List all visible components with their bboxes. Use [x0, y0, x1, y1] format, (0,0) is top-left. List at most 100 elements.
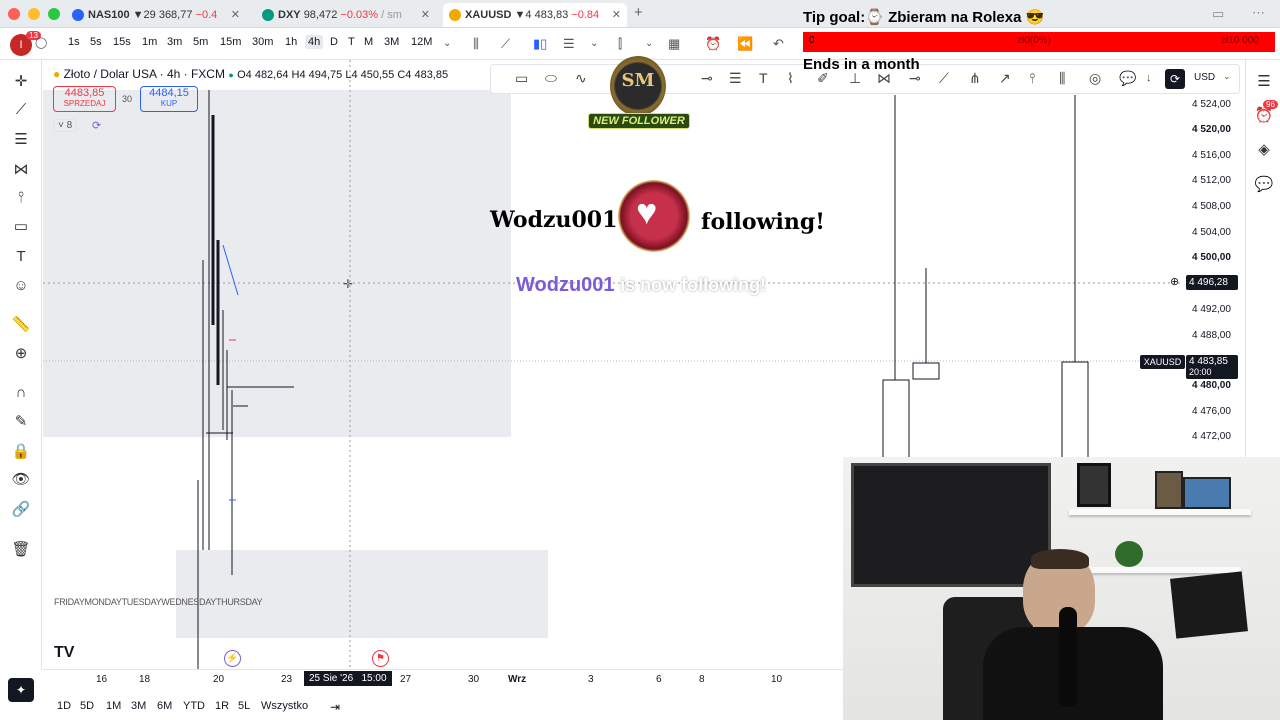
long-position-icon[interactable]: ⫯ — [1029, 70, 1035, 87]
minimize-window-button[interactable] — [28, 8, 40, 20]
download-icon[interactable]: ↓ — [1146, 72, 1152, 84]
close-tab-icon[interactable]: ✕ — [231, 3, 240, 27]
browser-tab-dxy[interactable]: DXY 98,472 −0.03% / sm ✕ — [256, 3, 436, 27]
volume-profile-icon[interactable]: ⫼ — [1059, 70, 1065, 87]
alerts-clock-icon[interactable]: ⏰ — [1254, 106, 1274, 126]
range-1r[interactable]: 1R — [215, 700, 229, 712]
chevron-down-icon[interactable]: ⌄ — [1223, 71, 1231, 82]
watchlist-icon[interactable]: ☰ — [1254, 72, 1274, 92]
fib-icon[interactable]: ☰ — [11, 130, 31, 150]
timeframe-4h[interactable]: 4h — [305, 35, 324, 49]
link-icon[interactable]: 🔗 — [11, 500, 31, 520]
range-all[interactable]: Wszystko — [261, 700, 308, 712]
browser-tab-nas100[interactable]: NAS100 ▼29 368,77 −0.4 ✕ — [66, 3, 246, 27]
range-5l[interactable]: 5L — [238, 700, 250, 712]
timeframe-15s[interactable]: 15s — [113, 36, 131, 48]
close-window-button[interactable] — [8, 8, 20, 20]
chevron-down-icon[interactable]: ⌄ — [443, 38, 451, 49]
layers-icon[interactable]: ◈ — [1254, 140, 1274, 160]
fib-retracement-icon[interactable]: ☰ — [729, 70, 742, 87]
path-icon[interactable]: ∿ — [575, 70, 587, 87]
replay-icon[interactable]: ⏪ — [737, 36, 753, 52]
new-tab-button[interactable]: + — [634, 4, 643, 21]
timeframe-t[interactable]: T — [348, 36, 355, 48]
more-icon[interactable]: ⋯ — [1252, 5, 1265, 21]
forecast-icon[interactable]: ⫯ — [11, 188, 31, 208]
symbol-title[interactable]: Złoto / Dolar USA · 4h · FXCM — [64, 67, 225, 81]
range-6m[interactable]: 6M — [157, 700, 172, 712]
timeframe-d[interactable]: D — [330, 36, 338, 48]
sidebar-icon[interactable]: ▭ — [1212, 6, 1224, 22]
chevron-down-icon[interactable]: ⌄ — [590, 38, 598, 49]
chat-icon[interactable]: 💬 — [1254, 175, 1274, 195]
indicators-icon[interactable]: ☰ — [563, 36, 575, 52]
candles-icon[interactable]: ▮▯ — [533, 36, 547, 52]
indicators-toggle[interactable]: ˅ 8 — [53, 119, 78, 132]
range-ytd[interactable]: YTD — [183, 700, 205, 712]
refresh-icon[interactable]: ⟳ — [92, 119, 101, 132]
timeframe-1m[interactable]: 1m — [142, 36, 157, 48]
us-flag-event-icon[interactable]: ⚑ — [372, 650, 389, 667]
hline-icon[interactable]: ⊸ — [701, 70, 713, 87]
timeframe-5s[interactable]: 5s — [90, 36, 102, 48]
timeframe-m[interactable]: M — [364, 36, 373, 48]
pencil-lock-icon[interactable]: ✎ — [11, 412, 31, 432]
text-tool-icon[interactable]: T — [759, 70, 768, 86]
pitchfork-icon[interactable]: ⋔ — [969, 70, 981, 87]
timeframe-1h[interactable]: 1h — [285, 36, 297, 48]
ellipse-icon[interactable]: ⬭ — [545, 70, 557, 87]
close-tab-icon[interactable]: ✕ — [421, 3, 430, 27]
crosshair-icon[interactable]: ✛ — [11, 72, 31, 92]
date-range-icon[interactable]: ⇥ — [330, 700, 340, 714]
lightning-event-icon[interactable]: ⚡ — [224, 650, 241, 667]
compare-icon[interactable]: ⫿ — [618, 36, 622, 52]
sell-button[interactable]: 4483,85 SPRZEDAJ — [53, 86, 116, 112]
sync-icon[interactable]: ⟳ — [1165, 69, 1185, 89]
target-icon[interactable]: ◎ — [1089, 70, 1101, 87]
trendline-icon[interactable]: ⟋ — [11, 100, 31, 120]
trend-angle-icon[interactable]: ⟋ — [939, 70, 949, 87]
timeframe-3m[interactable]: 3m — [167, 36, 182, 48]
zoom-icon[interactable]: ⊕ — [11, 344, 31, 364]
comment-icon[interactable]: 💬 — [1119, 70, 1136, 87]
hotlist-icon[interactable]: ✦ — [8, 678, 34, 702]
arrow-icon[interactable]: ↗ — [999, 70, 1011, 87]
close-tab-icon[interactable]: ✕ — [612, 3, 621, 27]
pattern-icon[interactable]: ⋈ — [11, 160, 31, 180]
tradingview-logo[interactable]: TV — [54, 644, 74, 662]
text-icon[interactable]: T — [11, 247, 31, 267]
timeframe-3m-month[interactable]: 3M — [384, 36, 399, 48]
undo-icon[interactable]: ↶ — [773, 36, 784, 52]
timeframe-5m[interactable]: 5m — [193, 36, 208, 48]
buy-button[interactable]: 4484,15 KUP — [140, 86, 198, 112]
lock-icon[interactable]: 🔒 — [11, 442, 31, 462]
emoji-icon[interactable]: ☺ — [11, 276, 31, 296]
symbol-search-icon[interactable]: ◯ — [35, 36, 47, 49]
timeframe-15m[interactable]: 15m — [220, 36, 241, 48]
trash-icon[interactable]: 🗑 — [11, 540, 31, 560]
layout-grid-icon[interactable]: ▦ — [668, 36, 680, 52]
add-alert-icon[interactable]: ⊕ — [1170, 275, 1179, 288]
range-1d[interactable]: 1D — [57, 700, 71, 712]
time-axis-label: 30 — [468, 674, 480, 685]
bars-icon[interactable]: ⫼ — [473, 36, 479, 52]
line-chart-icon[interactable]: ⟋ — [501, 36, 510, 52]
shapes-icon[interactable]: ▭ — [11, 217, 31, 237]
timeframe-30m[interactable]: 30m — [252, 36, 273, 48]
currency-selector[interactable]: USD — [1194, 72, 1215, 83]
range-5d[interactable]: 5D — [80, 700, 94, 712]
time-axis-label: 16 — [96, 674, 108, 685]
chevron-down-icon[interactable]: ⌄ — [645, 38, 653, 49]
eye-icon[interactable]: 👁 — [11, 470, 31, 490]
browser-tab-xauusd[interactable]: XAUUSD ▼4 483,83 −0.84 ✕ — [443, 3, 627, 27]
rectangle-icon[interactable]: ▭ — [515, 70, 528, 87]
ruler-icon[interactable]: 📏 — [11, 315, 31, 335]
range-1m[interactable]: 1M — [106, 700, 121, 712]
maximize-window-button[interactable] — [48, 8, 60, 20]
timeframe-1s[interactable]: 1s — [68, 36, 80, 48]
brush-icon[interactable]: ⌇ — [787, 70, 794, 87]
range-3m[interactable]: 3M — [131, 700, 146, 712]
magnet-icon[interactable]: ∩ — [11, 383, 31, 403]
timeframe-12m[interactable]: 12M — [411, 36, 432, 48]
alert-icon[interactable]: ⏰ — [705, 36, 721, 52]
